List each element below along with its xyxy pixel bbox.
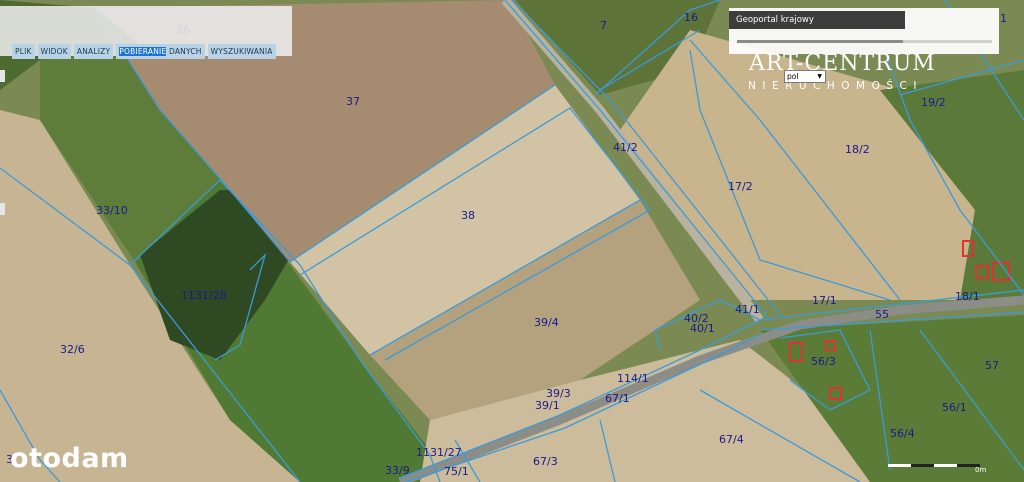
parcel-label: 67/4	[719, 433, 744, 446]
parcel-label: 39/1	[535, 399, 560, 412]
parcel-label: 18/2	[845, 143, 870, 156]
parcel-label: 32/6	[60, 343, 85, 356]
parcel-label: 39/4	[534, 316, 559, 329]
parcel-label: 18/1	[955, 290, 980, 303]
menu-view[interactable]: WIDOK	[37, 44, 71, 59]
parcel-label: 56/1	[942, 401, 967, 414]
brand-logo: otodam	[10, 443, 129, 474]
parcel-label: 41/2	[613, 141, 638, 154]
geoportal-title[interactable]: Geoportal krajowy	[729, 11, 905, 29]
transparency-slider[interactable]	[737, 40, 992, 43]
parcel-label: 1131/28	[181, 289, 227, 302]
scale-label: 0m	[975, 466, 987, 474]
parcel-label: 19/2	[921, 96, 946, 109]
menu-search[interactable]: WYSZUKIWANIA	[207, 44, 276, 59]
side-panel-tab-middle[interactable]	[0, 203, 5, 215]
parcel-label: 56/3	[811, 355, 836, 368]
parcel-label: 41/1	[735, 303, 760, 316]
language-select[interactable]: pol ▼	[784, 70, 826, 83]
parcel-label: 37	[346, 95, 360, 108]
side-panel-tab-top[interactable]	[0, 70, 5, 82]
transparency-slider-fill	[737, 40, 903, 43]
chevron-down-icon: ▼	[817, 73, 822, 80]
parcel-label: 57	[985, 359, 999, 372]
parcel-label: 56/4	[890, 427, 915, 440]
parcel-label: 7	[600, 19, 607, 32]
toolbar-panel: PLIK WIDOK ANALIZY POBIERANIE DANYCH WYS…	[0, 6, 292, 59]
menu-analysis[interactable]: ANALIZY	[73, 44, 114, 59]
parcel-label: 38	[461, 209, 475, 222]
language-select-value: pol	[787, 72, 799, 81]
parcel-label: 55	[875, 308, 889, 321]
menu-file[interactable]: PLIK	[12, 44, 35, 59]
parcel-label: 40/1	[690, 322, 715, 335]
menu-data-download[interactable]: POBIERANIE DANYCH	[116, 44, 205, 59]
geoportal-layer-panel: Geoportal krajowy	[729, 8, 999, 54]
parcel-label: 1	[1000, 12, 1007, 25]
watermark-logo-subtitle: NIERUCHOMOŚCI	[748, 80, 923, 92]
menu-data-download-highlight: POBIERANIE	[119, 47, 167, 56]
parcel-label: 33/9	[385, 464, 410, 477]
parcel-label: 67/1	[605, 392, 630, 405]
watermark-logo-name: ART-CENTRUM	[749, 51, 936, 76]
parcel-label: 16	[684, 11, 698, 24]
menu-data-download-rest: DANYCH	[166, 47, 202, 56]
parcel-label: 33/10	[96, 204, 128, 217]
scale-bar	[888, 464, 980, 467]
main-menu: PLIK WIDOK ANALIZY POBIERANIE DANYCH WYS…	[12, 44, 276, 59]
parcel-label: 67/3	[533, 455, 558, 468]
parcel-label: 17/2	[728, 180, 753, 193]
parcel-label: 114/1	[617, 372, 649, 385]
parcel-label: 17/1	[812, 294, 837, 307]
parcel-label: 75/1	[444, 465, 469, 478]
parcel-label: 1131/27	[416, 446, 462, 459]
